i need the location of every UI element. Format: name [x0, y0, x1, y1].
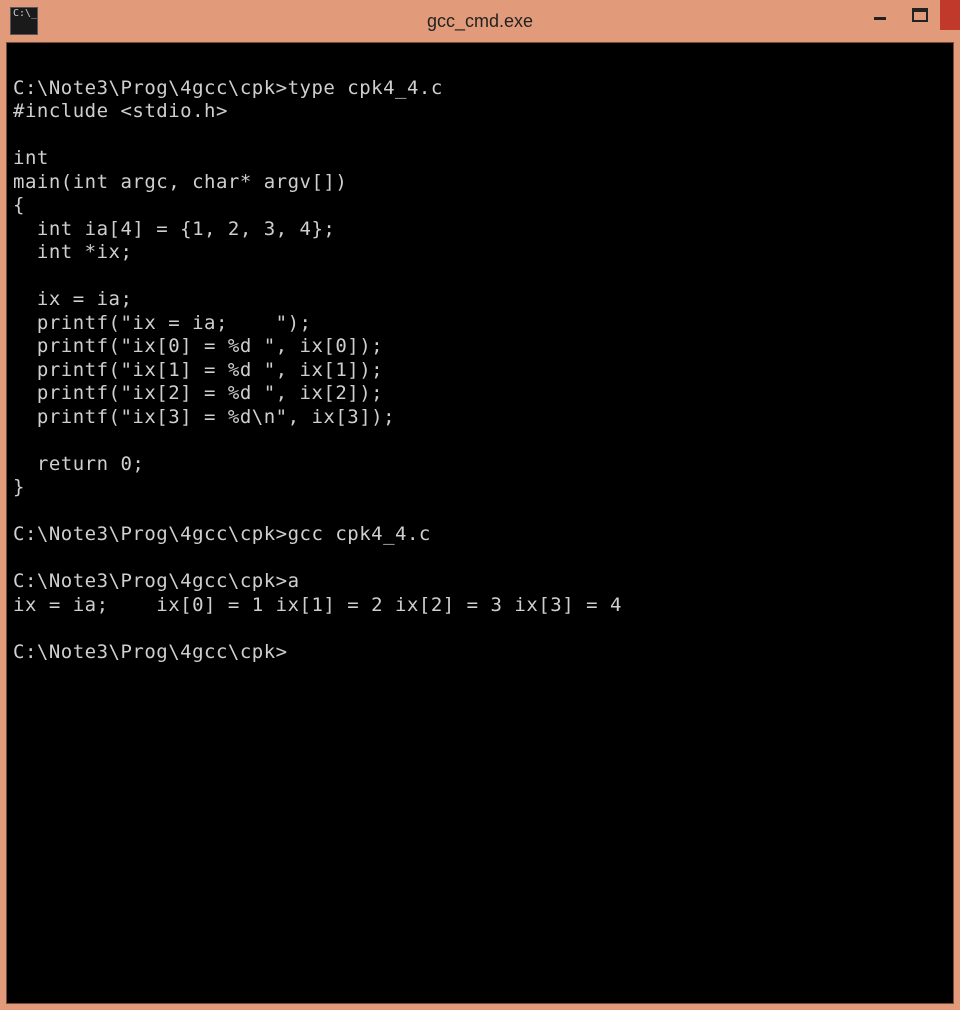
terminal-icon: C:\_ — [13, 10, 37, 18]
titlebar[interactable]: C:\_ gcc_cmd.exe — [0, 0, 960, 42]
window-title: gcc_cmd.exe — [427, 11, 533, 32]
window-controls — [860, 0, 960, 30]
minimize-icon — [873, 8, 887, 22]
terminal-output: C:\Note3\Prog\4gcc\cpk>type cpk4_4.c #in… — [13, 53, 947, 664]
minimize-button[interactable] — [860, 0, 900, 30]
maximize-button[interactable] — [900, 0, 940, 30]
close-button[interactable] — [940, 0, 960, 30]
terminal-frame: C:\Note3\Prog\4gcc\cpk>type cpk4_4.c #in… — [0, 42, 960, 1010]
app-window: C:\_ gcc_cmd.exe C:\Note3\Prog\4gcc\cpk>… — [0, 0, 960, 1010]
terminal-viewport[interactable]: C:\Note3\Prog\4gcc\cpk>type cpk4_4.c #in… — [6, 42, 954, 1004]
app-icon: C:\_ — [10, 7, 38, 35]
maximize-icon — [912, 8, 928, 22]
